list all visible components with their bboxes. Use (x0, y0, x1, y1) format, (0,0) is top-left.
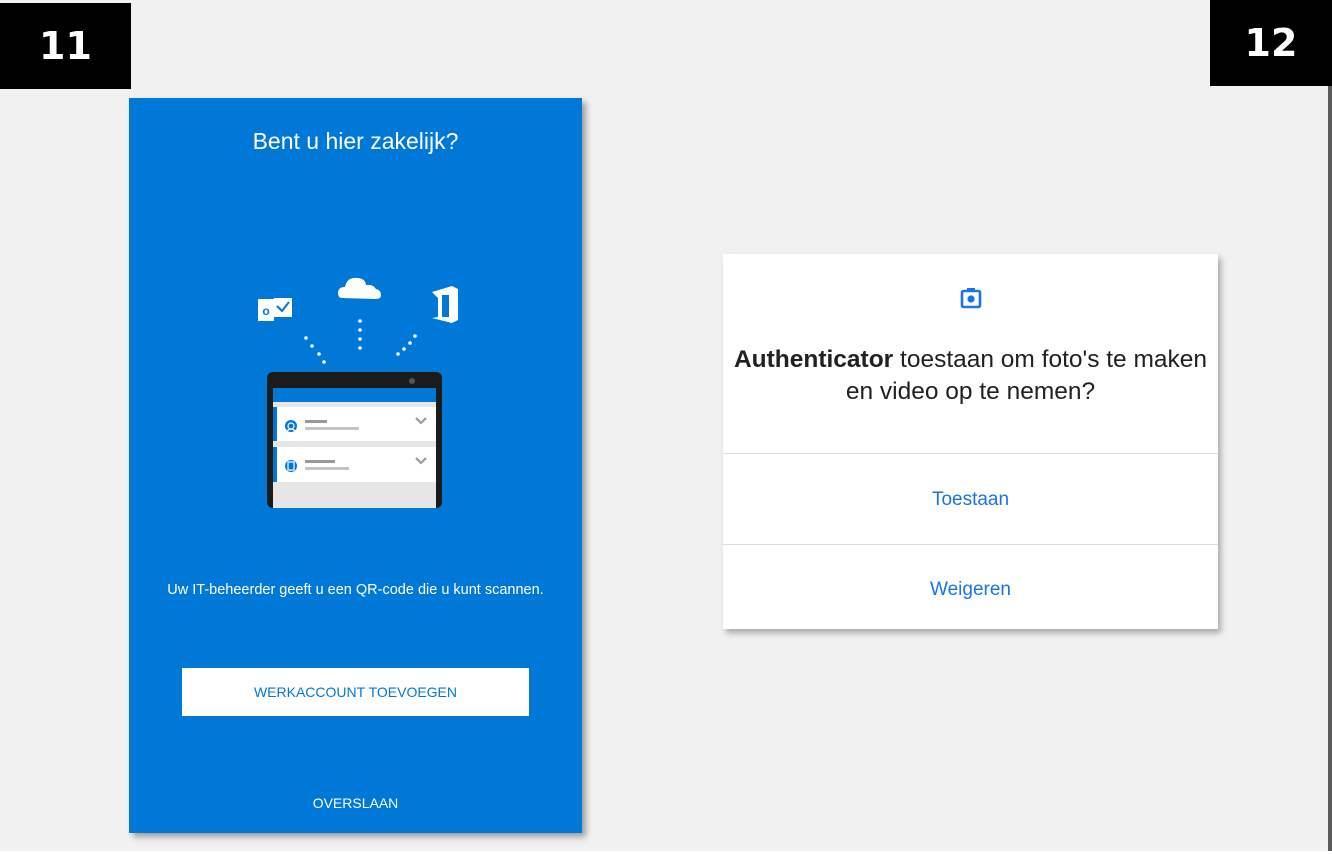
onedrive-cloud-icon (338, 277, 381, 299)
description-text: Uw IT-beheerder geeft u een QR-code die … (167, 582, 544, 598)
connection-dots (304, 319, 417, 364)
work-account-screen: Bent u hier zakelijk? o Uw IT-beheerder … (129, 98, 582, 833)
tablet-icon (267, 372, 442, 508)
add-work-account-button[interactable]: WERKACCOUNT TOEVOEGEN (182, 668, 529, 716)
work-illustration: o (258, 277, 458, 508)
divider (723, 544, 1218, 545)
outlook-icon: o (258, 298, 292, 321)
office-icon (432, 286, 458, 323)
screen-title: Bent u hier zakelijk? (252, 128, 459, 154)
permission-text: toestaan om foto's te maken en video op … (845, 346, 1208, 405)
svg-text:o: o (262, 304, 269, 318)
frame-border-right (1328, 0, 1332, 854)
permission-message: Authenticator toestaan om foto's te make… (723, 344, 1218, 408)
skip-button[interactable]: OVERSLAAN (129, 795, 582, 811)
step-badge-12: 12 (1210, 0, 1332, 86)
allow-button[interactable]: Toestaan (723, 489, 1218, 511)
step-badge-11: 11 (0, 3, 131, 89)
divider (723, 453, 1218, 454)
camera-icon (960, 288, 982, 309)
camera-permission-dialog: Authenticator toestaan om foto's te make… (723, 254, 1218, 629)
app-name: Authenticator (733, 346, 894, 373)
deny-button[interactable]: Weigeren (723, 579, 1218, 601)
